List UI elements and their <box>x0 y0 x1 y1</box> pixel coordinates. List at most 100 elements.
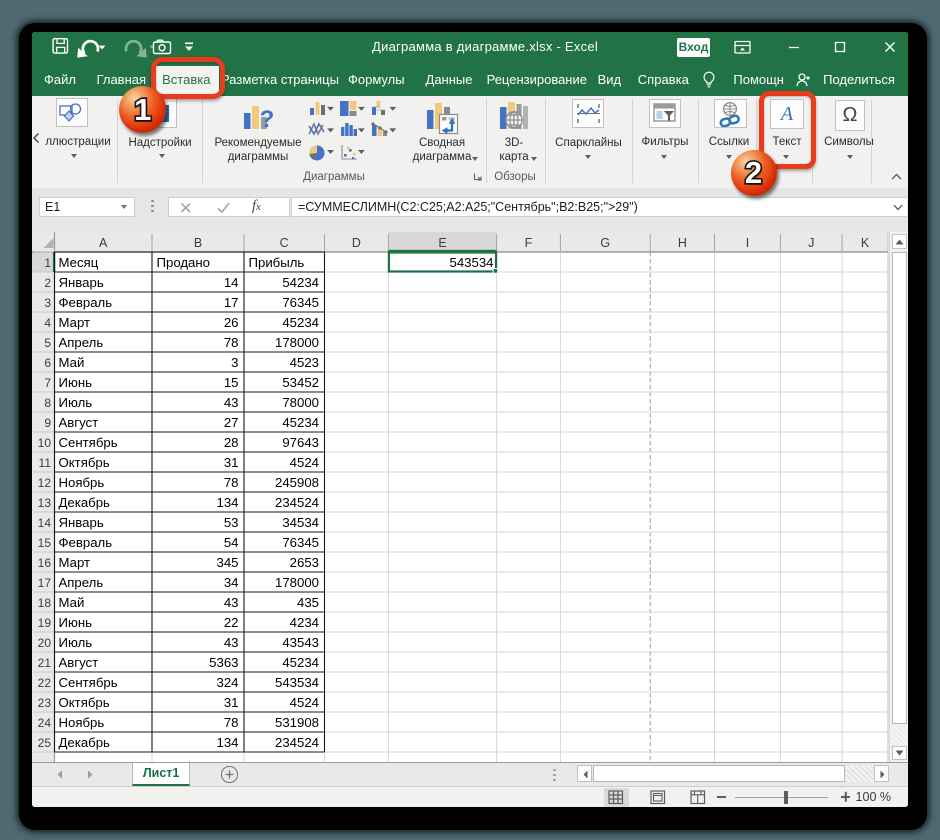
svg-text:Октябрь: Октябрь <box>59 454 110 469</box>
svg-text:Июнь: Июнь <box>59 374 93 389</box>
svg-text:I: I <box>746 236 749 250</box>
svg-text:234524: 234524 <box>275 734 319 749</box>
svg-text:34: 34 <box>224 574 239 589</box>
svg-text:Апрель: Апрель <box>59 334 104 349</box>
svg-text:4523: 4523 <box>290 354 319 369</box>
svg-text:14: 14 <box>38 515 52 529</box>
svg-text:78000: 78000 <box>282 394 319 409</box>
svg-text:3: 3 <box>44 295 51 309</box>
svg-text:13: 13 <box>38 495 52 509</box>
svg-text:C: C <box>280 236 289 250</box>
svg-text:Май: Май <box>59 594 85 609</box>
svg-text:6: 6 <box>44 355 51 369</box>
svg-text:134: 134 <box>216 494 238 509</box>
svg-text:4234: 4234 <box>290 614 319 629</box>
svg-text:4524: 4524 <box>290 694 319 709</box>
svg-text:14: 14 <box>224 274 239 289</box>
svg-text:17: 17 <box>224 294 239 309</box>
svg-text:543534: 543534 <box>275 674 319 689</box>
svg-text:F: F <box>525 236 533 250</box>
svg-text:22: 22 <box>38 675 52 689</box>
svg-text:134: 134 <box>216 734 238 749</box>
svg-text:Август: Август <box>59 414 99 429</box>
svg-text:4: 4 <box>44 315 51 329</box>
svg-text:15: 15 <box>224 374 239 389</box>
svg-text:43543: 43543 <box>282 634 319 649</box>
svg-text:2: 2 <box>44 275 51 289</box>
svg-text:2653: 2653 <box>290 554 319 569</box>
svg-text:435: 435 <box>297 594 319 609</box>
svg-text:53: 53 <box>224 514 239 529</box>
svg-text:G: G <box>600 236 610 250</box>
svg-text:Май: Май <box>59 354 85 369</box>
svg-text:Июль: Июль <box>59 634 93 649</box>
svg-text:345: 345 <box>216 554 238 569</box>
svg-text:78: 78 <box>224 334 239 349</box>
svg-text:34534: 34534 <box>282 514 319 529</box>
svg-text:Январь: Январь <box>59 514 104 529</box>
svg-text:23: 23 <box>38 695 52 709</box>
svg-text:15: 15 <box>38 535 52 549</box>
svg-text:Март: Март <box>59 554 91 569</box>
svg-text:J: J <box>808 236 814 250</box>
svg-text:18: 18 <box>38 595 52 609</box>
svg-text:324: 324 <box>216 674 238 689</box>
svg-text:8: 8 <box>44 395 51 409</box>
svg-text:E: E <box>438 236 446 250</box>
svg-text:Июнь: Июнь <box>59 614 93 629</box>
svg-text:531908: 531908 <box>275 714 319 729</box>
svg-text:43: 43 <box>224 634 239 649</box>
svg-text:11: 11 <box>39 455 52 469</box>
svg-text:5363: 5363 <box>209 654 238 669</box>
svg-text:K: K <box>861 236 870 250</box>
svg-text:Октябрь: Октябрь <box>59 694 110 709</box>
svg-text:Январь: Январь <box>59 274 104 289</box>
svg-text:28: 28 <box>224 434 239 449</box>
svg-text:78: 78 <box>224 474 239 489</box>
svg-text:43: 43 <box>224 394 239 409</box>
svg-text:12: 12 <box>38 475 52 489</box>
svg-text:19: 19 <box>38 615 52 629</box>
svg-text:245908: 245908 <box>275 474 319 489</box>
svg-text:4524: 4524 <box>290 454 319 469</box>
svg-text:9: 9 <box>44 415 51 429</box>
svg-text:Февраль: Февраль <box>59 294 113 309</box>
svg-text:B: B <box>194 236 202 250</box>
svg-text:76345: 76345 <box>282 534 319 549</box>
svg-text:Декабрь: Декабрь <box>59 734 111 749</box>
svg-text:Декабрь: Декабрь <box>59 494 111 509</box>
svg-text:78: 78 <box>224 714 239 729</box>
svg-text:Июль: Июль <box>59 394 93 409</box>
svg-text:Ноябрь: Ноябрь <box>59 474 105 489</box>
svg-text:54: 54 <box>224 534 239 549</box>
svg-text:Август: Август <box>59 654 99 669</box>
svg-text:16: 16 <box>38 555 52 569</box>
svg-text:22: 22 <box>224 614 239 629</box>
svg-text:97643: 97643 <box>282 434 319 449</box>
svg-text:Апрель: Апрель <box>59 574 104 589</box>
svg-text:45234: 45234 <box>282 314 319 329</box>
svg-text:21: 21 <box>38 655 52 669</box>
svg-text:25: 25 <box>38 735 52 749</box>
svg-text:D: D <box>352 236 361 250</box>
svg-text:54234: 54234 <box>282 274 319 289</box>
svg-text:24: 24 <box>38 715 52 729</box>
svg-text:45234: 45234 <box>282 414 319 429</box>
svg-text:Месяц: Месяц <box>59 254 99 269</box>
svg-text:Ноябрь: Ноябрь <box>59 714 105 729</box>
svg-text:Февраль: Февраль <box>59 534 113 549</box>
svg-text:178000: 178000 <box>275 574 319 589</box>
svg-text:31: 31 <box>224 454 239 469</box>
svg-text:3: 3 <box>231 354 238 369</box>
svg-text:Март: Март <box>59 314 91 329</box>
svg-text:53452: 53452 <box>282 374 319 389</box>
svg-text:26: 26 <box>224 314 239 329</box>
svg-text:234524: 234524 <box>275 494 319 509</box>
svg-text:76345: 76345 <box>282 294 319 309</box>
svg-text:7: 7 <box>44 375 51 389</box>
svg-text:178000: 178000 <box>275 334 319 349</box>
svg-text:10: 10 <box>38 435 52 449</box>
svg-text:17: 17 <box>38 575 52 589</box>
svg-text:H: H <box>678 236 687 250</box>
svg-text:27: 27 <box>224 414 239 429</box>
